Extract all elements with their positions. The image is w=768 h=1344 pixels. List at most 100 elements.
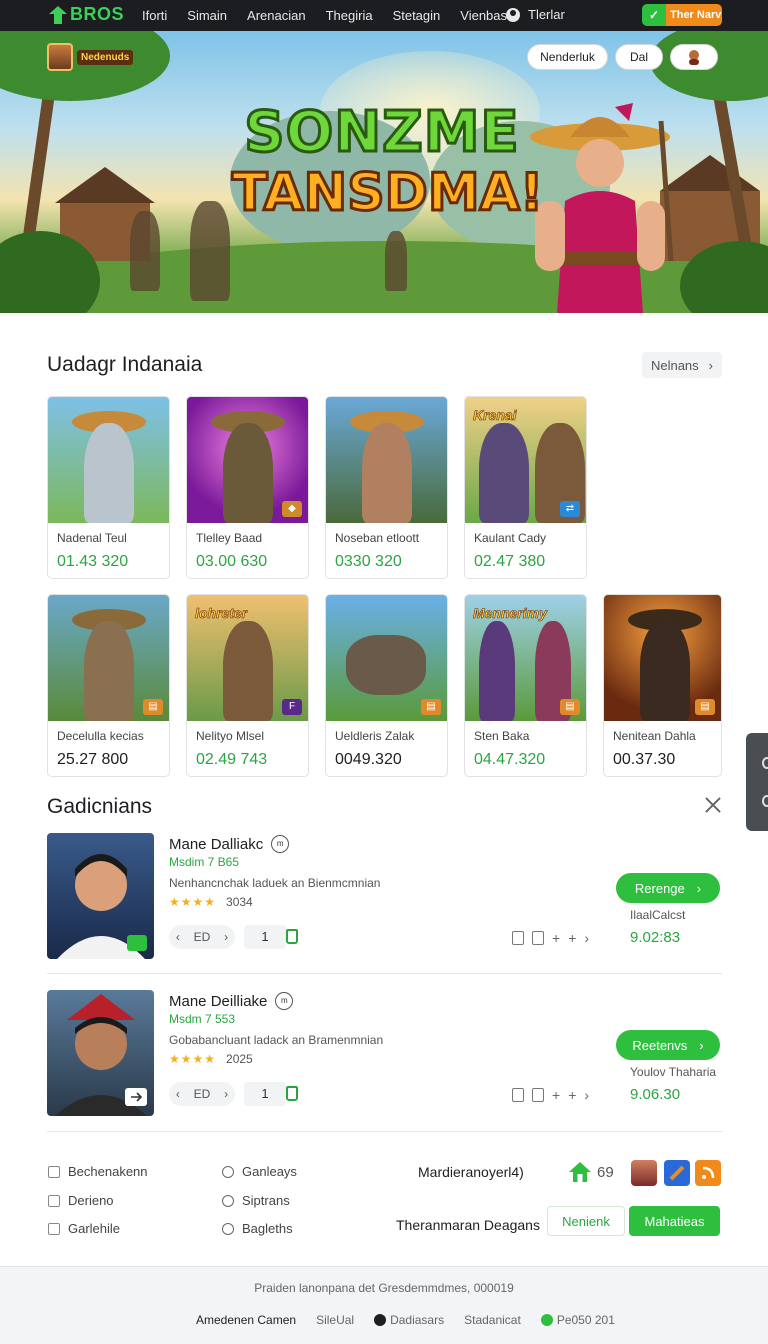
bottom-link[interactable]: SileUal xyxy=(316,1313,354,1327)
edition-label: ED xyxy=(193,930,211,944)
badge-icon: ▤ xyxy=(560,699,580,715)
home-icon[interactable] xyxy=(568,1160,592,1184)
cart-icon[interactable] xyxy=(286,1086,298,1101)
footer-radio-label: Bagleths xyxy=(242,1221,293,1236)
badge-icon: ▤ xyxy=(421,699,441,715)
see-more-button[interactable]: Nelnans › xyxy=(642,352,722,378)
top-nav: BROS Iforti Simain Arenacian Thegiria St… xyxy=(0,0,768,31)
plus-icon[interactable]: + xyxy=(568,1087,576,1103)
game-card[interactable]: ▤ Nenitean Dahla 00.37.30 xyxy=(603,594,722,777)
footer-radio-item[interactable]: Ganleays xyxy=(222,1164,297,1179)
bottom-link-with-icon[interactable]: Pe050 201 xyxy=(540,1313,615,1327)
game-thumbnail: lohreter F xyxy=(187,595,308,721)
radio-icon xyxy=(222,1165,234,1178)
hero-avatar-button[interactable] xyxy=(670,44,718,70)
game-card[interactable]: Nadenal Teul 01.43 320 xyxy=(47,396,170,579)
hero-title: SONZME TANSDMA! xyxy=(231,103,546,221)
divider xyxy=(47,973,722,974)
game-name: Nelityo Mlsel xyxy=(196,729,265,743)
quantity-field[interactable]: 1 xyxy=(244,1082,286,1106)
game-card[interactable]: ▤ Ueldleris Zalak 0049.320 xyxy=(325,594,448,777)
rating-count: 3034 xyxy=(226,895,253,909)
quantity-field[interactable]: 1 xyxy=(244,925,286,949)
bottom-link[interactable]: Stadanicat xyxy=(464,1313,521,1327)
plus-icon[interactable]: + xyxy=(568,930,576,946)
logo[interactable]: BROS xyxy=(48,4,124,25)
item-name-text: Mane Deilliake xyxy=(169,992,268,1010)
edition-selector[interactable]: ‹ ED › xyxy=(169,925,235,949)
chevron-right-icon[interactable]: › xyxy=(224,930,228,944)
hero-button-1[interactable]: Nenderluk xyxy=(527,44,608,70)
game-thumbnail: Mennerimy ▤ xyxy=(465,595,586,721)
item-price: 9.06.30 xyxy=(630,1086,681,1103)
nav-cta-button[interactable]: ✓ Ther Narv xyxy=(642,4,722,26)
footer-check-item[interactable]: Bechenakenn xyxy=(48,1164,148,1179)
clipboard-icon[interactable] xyxy=(512,1088,524,1102)
game-name: Sten Baka xyxy=(474,729,530,743)
secondary-button[interactable]: Nenienk xyxy=(547,1206,625,1236)
plus-icon[interactable]: + xyxy=(552,930,560,946)
chevron-left-icon[interactable]: ‹ xyxy=(176,930,180,944)
nav-links: Iforti Simain Arenacian Thegiria Stetagi… xyxy=(142,0,514,31)
bottom-link[interactable]: Amedenen Camen xyxy=(196,1313,296,1327)
user-menu[interactable]: Tlerlar xyxy=(506,7,565,22)
hero-button-2[interactable]: Dal xyxy=(615,44,663,70)
footer-check-label: Derieno xyxy=(68,1193,114,1208)
footer-radio-item[interactable]: Bagleths xyxy=(222,1221,293,1236)
footer-radio-item[interactable]: Siptrans xyxy=(222,1193,290,1208)
game-card[interactable]: Krenai ⇄ Kaulant Cady 02.47 380 xyxy=(464,396,587,579)
item-description: Nenhancnchak laduek an Bienmcmnian xyxy=(169,876,381,890)
checkbox-icon xyxy=(48,1165,60,1178)
see-more-label: Nelnans xyxy=(650,357,699,373)
portrait-image xyxy=(57,854,147,959)
side-tab-icon xyxy=(762,795,768,807)
primary-button[interactable]: Mahatieas xyxy=(629,1206,720,1236)
document-icon[interactable] xyxy=(532,1088,544,1102)
item-action-button[interactable]: Reetenvs › xyxy=(616,1030,720,1060)
item-subtitle: Msdm 7 553 xyxy=(169,1012,236,1026)
game-card[interactable]: lohreter F Nelityo Mlsel 02.49 743 xyxy=(186,594,309,777)
game-card[interactable]: Mennerimy ▤ Sten Baka 04.47.320 xyxy=(464,594,587,777)
nav-link-2[interactable]: Simain xyxy=(187,8,227,23)
item-action-button[interactable]: Rerenge › xyxy=(616,873,720,903)
cart-icon[interactable] xyxy=(286,929,298,944)
nav-link-5[interactable]: Stetagin xyxy=(393,8,441,23)
game-thumbnail: ▤ xyxy=(48,595,169,721)
game-card[interactable]: ◆ Tlelley Baad 03.00 630 xyxy=(186,396,309,579)
footer-check-item[interactable]: Derieno xyxy=(48,1193,114,1208)
chevron-right-icon: › xyxy=(699,1037,704,1053)
side-drawer-tab[interactable] xyxy=(746,733,768,831)
badge-icon: ▤ xyxy=(143,699,163,715)
plus-icon[interactable]: + xyxy=(552,1087,560,1103)
document-icon[interactable] xyxy=(532,931,544,945)
game-thumbnail: ▤ xyxy=(604,595,721,721)
hero-badge[interactable]: Nedenuds xyxy=(47,43,134,71)
nav-link-4[interactable]: Thegiria xyxy=(326,8,373,23)
game-card[interactable]: Noseban etloott 0330 320 xyxy=(325,396,448,579)
game-price: 0049.320 xyxy=(335,751,402,768)
rss-icon[interactable] xyxy=(695,1160,721,1186)
close-icon[interactable] xyxy=(705,797,721,813)
pencil-icon[interactable] xyxy=(664,1160,690,1186)
nav-link-1[interactable]: Iforti xyxy=(142,8,167,23)
chevron-right-icon[interactable]: › xyxy=(584,1087,589,1103)
profile-avatar-icon[interactable] xyxy=(631,1160,657,1186)
chevron-left-icon[interactable]: ‹ xyxy=(176,1087,180,1101)
hero-hut-roof xyxy=(55,167,155,203)
hero-background-character xyxy=(130,211,160,291)
game-card[interactable]: ▤ Decelulla kecias 25.27 800 xyxy=(47,594,170,777)
item-name: Mane Dalliakc m xyxy=(169,835,290,853)
game-thumbnail: ◆ xyxy=(187,397,308,523)
game-thumb-caption: Krenai xyxy=(473,407,517,424)
hero-banner: Nedenuds Nenderluk Dal SONZME TANSDMA! xyxy=(0,31,768,313)
item-photo xyxy=(47,990,154,1116)
chevron-right-icon[interactable]: › xyxy=(584,930,589,946)
footer-check-item[interactable]: Garlehile xyxy=(48,1221,120,1236)
bottom-link-with-icon[interactable]: Dadiasars xyxy=(374,1313,444,1327)
hero-hut-roof xyxy=(660,155,760,191)
chevron-right-icon[interactable]: › xyxy=(224,1087,228,1101)
clipboard-icon[interactable] xyxy=(512,931,524,945)
edition-selector[interactable]: ‹ ED › xyxy=(169,1082,235,1106)
side-tab-icon xyxy=(762,757,768,769)
nav-link-3[interactable]: Arenacian xyxy=(247,8,306,23)
